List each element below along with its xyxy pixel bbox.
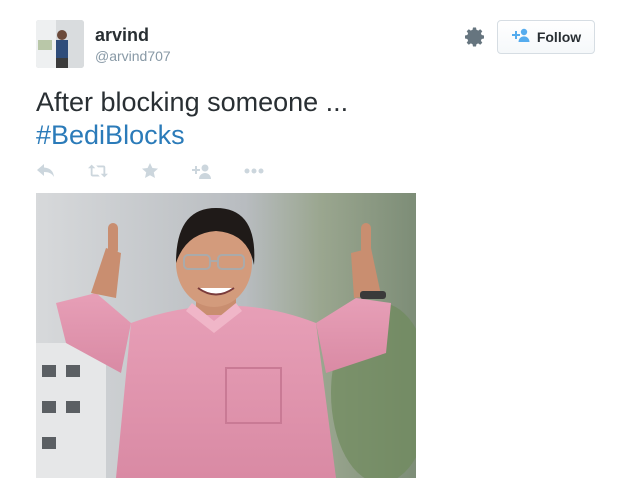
reply-icon[interactable] [36,161,56,181]
follow-icon[interactable] [192,161,212,181]
hashtag-link[interactable]: #BediBlocks [36,119,348,152]
follow-button[interactable]: Follow [497,20,595,54]
tweet-text: After blocking someone ... #BediBlocks [36,86,348,152]
user-handle[interactable]: @arvind707 [95,48,171,64]
retweet-icon[interactable] [88,161,108,181]
more-icon[interactable] [244,161,264,181]
gear-icon[interactable] [463,25,487,49]
avatar[interactable] [36,20,84,68]
favorite-icon[interactable] [140,161,160,181]
tweet-photo[interactable] [36,193,416,478]
add-user-icon [511,28,531,47]
display-name[interactable]: arvind [95,25,149,46]
follow-label: Follow [536,29,582,45]
tweet-body: After blocking someone ... [36,87,349,117]
tweet-actions [36,160,296,182]
avatar-image [36,20,84,68]
